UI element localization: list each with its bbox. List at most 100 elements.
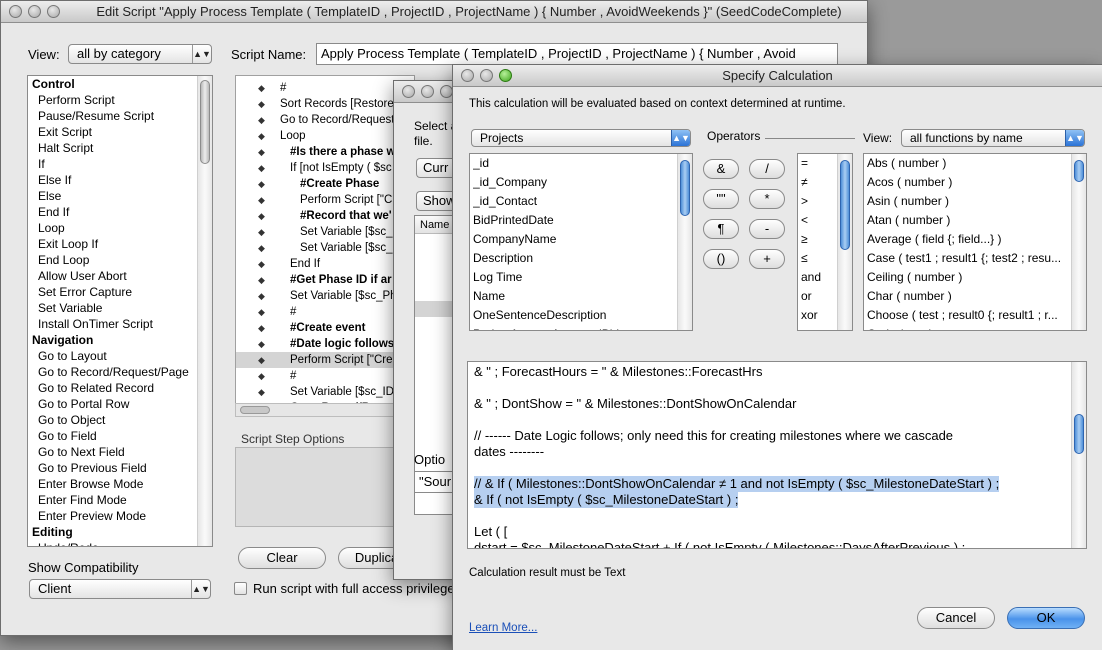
operator-minus-button[interactable]: - [749, 219, 785, 239]
table-popup[interactable]: Projects ▲▼ [471, 129, 691, 147]
operator-concat-button[interactable]: & [703, 159, 739, 179]
fields-list-scroll-thumb[interactable] [680, 160, 690, 216]
comparison-operator-item[interactable]: ≥ [801, 230, 836, 249]
drag-handle-icon[interactable]: ◆ [258, 160, 265, 176]
drag-handle-icon[interactable]: ◆ [258, 144, 265, 160]
step-list-scroll-thumb[interactable] [200, 80, 210, 164]
comparison-operator-item[interactable]: ≤ [801, 249, 836, 268]
script-step-list[interactable]: Control Perform Script Pause/Resume Script… [27, 75, 213, 547]
script-line[interactable]: ◆ # [236, 304, 414, 320]
drag-handle-icon[interactable]: ◆ [258, 272, 265, 288]
script-hscroll-thumb[interactable] [240, 406, 270, 414]
drag-handle-icon[interactable]: ◆ [258, 304, 265, 320]
script-step-item[interactable]: Go to Field [30, 428, 196, 444]
script-line[interactable]: ◆ #Create event [236, 320, 414, 336]
operator-parens-button[interactable]: () [703, 249, 739, 269]
script-step-item[interactable]: Perform Script [30, 92, 196, 108]
script-step-item[interactable]: Allow User Abort [30, 268, 196, 284]
script-line[interactable]: ◆ #Record that we' [236, 208, 414, 224]
operator-paragraph-button[interactable]: ¶ [703, 219, 739, 239]
operator-divide-button[interactable]: / [749, 159, 785, 179]
script-step-item[interactable]: Go to Record/Request/Page [30, 364, 196, 380]
comparison-operator-item[interactable]: xor [801, 306, 836, 325]
field-item[interactable]: Name [473, 287, 676, 306]
function-item[interactable]: Acos ( number ) [867, 173, 1070, 192]
script-line[interactable]: ◆ If [not IsEmpty ( $sc [236, 160, 414, 176]
function-item[interactable]: Atan ( number ) [867, 211, 1070, 230]
script-step-item[interactable]: End If [30, 204, 196, 220]
script-line[interactable]: ◆ #Date logic follows [236, 336, 414, 352]
script-step-item[interactable]: Undo/Redo [30, 540, 196, 546]
field-item[interactable]: _id [473, 154, 676, 173]
formula-scroll-thumb[interactable] [1074, 414, 1084, 454]
comparison-operator-item[interactable]: > [801, 192, 836, 211]
drag-handle-icon[interactable]: ◆ [258, 368, 265, 384]
script-step-item[interactable]: Go to Previous Field [30, 460, 196, 476]
function-item[interactable]: Abs ( number ) [867, 154, 1070, 173]
drag-handle-icon[interactable]: ◆ [258, 240, 265, 256]
drag-handle-icon[interactable]: ◆ [258, 80, 265, 96]
script-line[interactable]: ◆ Sort Records [Restore [236, 96, 414, 112]
script-line[interactable]: ◆ # [236, 80, 414, 96]
comparison-operator-item[interactable]: ≠ [801, 173, 836, 192]
function-item[interactable]: Asin ( number ) [867, 192, 1070, 211]
calculation-formula-editor[interactable]: & " ; ForecastHours = " & Milestones::Fo… [467, 361, 1087, 549]
minimize-window-icon[interactable] [480, 69, 493, 82]
function-item[interactable]: Average ( field {; field...} ) [867, 230, 1070, 249]
formula-scrollbar[interactable] [1071, 362, 1086, 548]
field-item[interactable]: OneSentenceDescription [473, 306, 676, 325]
script-line[interactable]: ◆ Set Variable [$sc_I [236, 224, 414, 240]
function-item[interactable]: Choose ( test ; result0 {; result1 ; r..… [867, 306, 1070, 325]
close-window-icon[interactable] [9, 5, 22, 18]
functions-list[interactable]: Abs ( number ) Acos ( number ) Asin ( numb… [863, 153, 1087, 331]
script-line[interactable]: ◆ #Is there a phase w [236, 144, 414, 160]
script-step-item[interactable]: Go to Layout [30, 348, 196, 364]
drag-handle-icon[interactable]: ◆ [258, 96, 265, 112]
script-line[interactable]: ◆ Go to Record/Request [236, 112, 414, 128]
drag-handle-icon[interactable]: ◆ [258, 112, 265, 128]
script-hscrollbar[interactable] [235, 403, 415, 417]
zoom-window-icon[interactable] [499, 69, 512, 82]
functions-list-scroll-thumb[interactable] [1074, 160, 1084, 182]
script-step-item[interactable]: Enter Find Mode [30, 492, 196, 508]
close-window-icon[interactable] [461, 69, 474, 82]
script-line[interactable]: ◆ # [236, 368, 414, 384]
compatibility-popup[interactable]: Client ▲▼ [29, 579, 211, 599]
drag-handle-icon[interactable]: ◆ [258, 176, 265, 192]
script-name-field[interactable]: Apply Process Template ( TemplateID , Pr… [316, 43, 838, 65]
comparison-list-scrollbar[interactable] [837, 154, 852, 330]
drag-handle-icon[interactable]: ◆ [258, 320, 265, 336]
script-step-item[interactable]: Halt Script [30, 140, 196, 156]
comparison-operator-item[interactable]: and [801, 268, 836, 287]
script-step-item[interactable]: If [30, 156, 196, 172]
field-item[interactable]: ProjectAmountAcceptedBid [473, 325, 676, 330]
drag-handle-icon[interactable]: ◆ [258, 192, 265, 208]
comparison-operator-item[interactable]: = [801, 154, 836, 173]
drag-handle-icon[interactable]: ◆ [258, 224, 265, 240]
operator-quotes-button[interactable]: "" [703, 189, 739, 209]
drag-handle-icon[interactable]: ◆ [258, 128, 265, 144]
function-item[interactable]: Code ( text ) [867, 325, 1070, 330]
comparison-operators-list[interactable]: =≠><≥≤andorxornot [797, 153, 853, 331]
script-line[interactable]: ◆ Set Variable [$sc_ID [236, 384, 414, 400]
script-lines-list[interactable]: ◆ # ◆ Sort Records [Restore ◆ Go to Record/Re… [235, 75, 415, 417]
drag-handle-icon[interactable]: ◆ [258, 288, 265, 304]
script-step-item[interactable]: Set Error Capture [30, 284, 196, 300]
step-list-scrollbar[interactable] [197, 76, 212, 546]
script-line[interactable]: ◆ End If [236, 256, 414, 272]
ok-button[interactable]: OK [1007, 607, 1085, 629]
comparison-list-scroll-thumb[interactable] [840, 160, 850, 250]
script-step-item[interactable]: Go to Related Record [30, 380, 196, 396]
script-step-item[interactable]: Pause/Resume Script [30, 108, 196, 124]
script-step-item[interactable]: Exit Script [30, 124, 196, 140]
field-item[interactable]: _id_Company [473, 173, 676, 192]
script-step-item[interactable]: Go to Object [30, 412, 196, 428]
script-step-item[interactable]: Go to Portal Row [30, 396, 196, 412]
script-step-item[interactable]: Install OnTimer Script [30, 316, 196, 332]
comparison-operator-item[interactable]: < [801, 211, 836, 230]
script-step-item[interactable]: Loop [30, 220, 196, 236]
function-item[interactable]: Case ( test1 ; result1 {; test2 ; resu..… [867, 249, 1070, 268]
script-step-item[interactable]: Else [30, 188, 196, 204]
drag-handle-icon[interactable]: ◆ [258, 256, 265, 272]
script-line[interactable]: ◆ Set Variable [$sc_Ph [236, 288, 414, 304]
